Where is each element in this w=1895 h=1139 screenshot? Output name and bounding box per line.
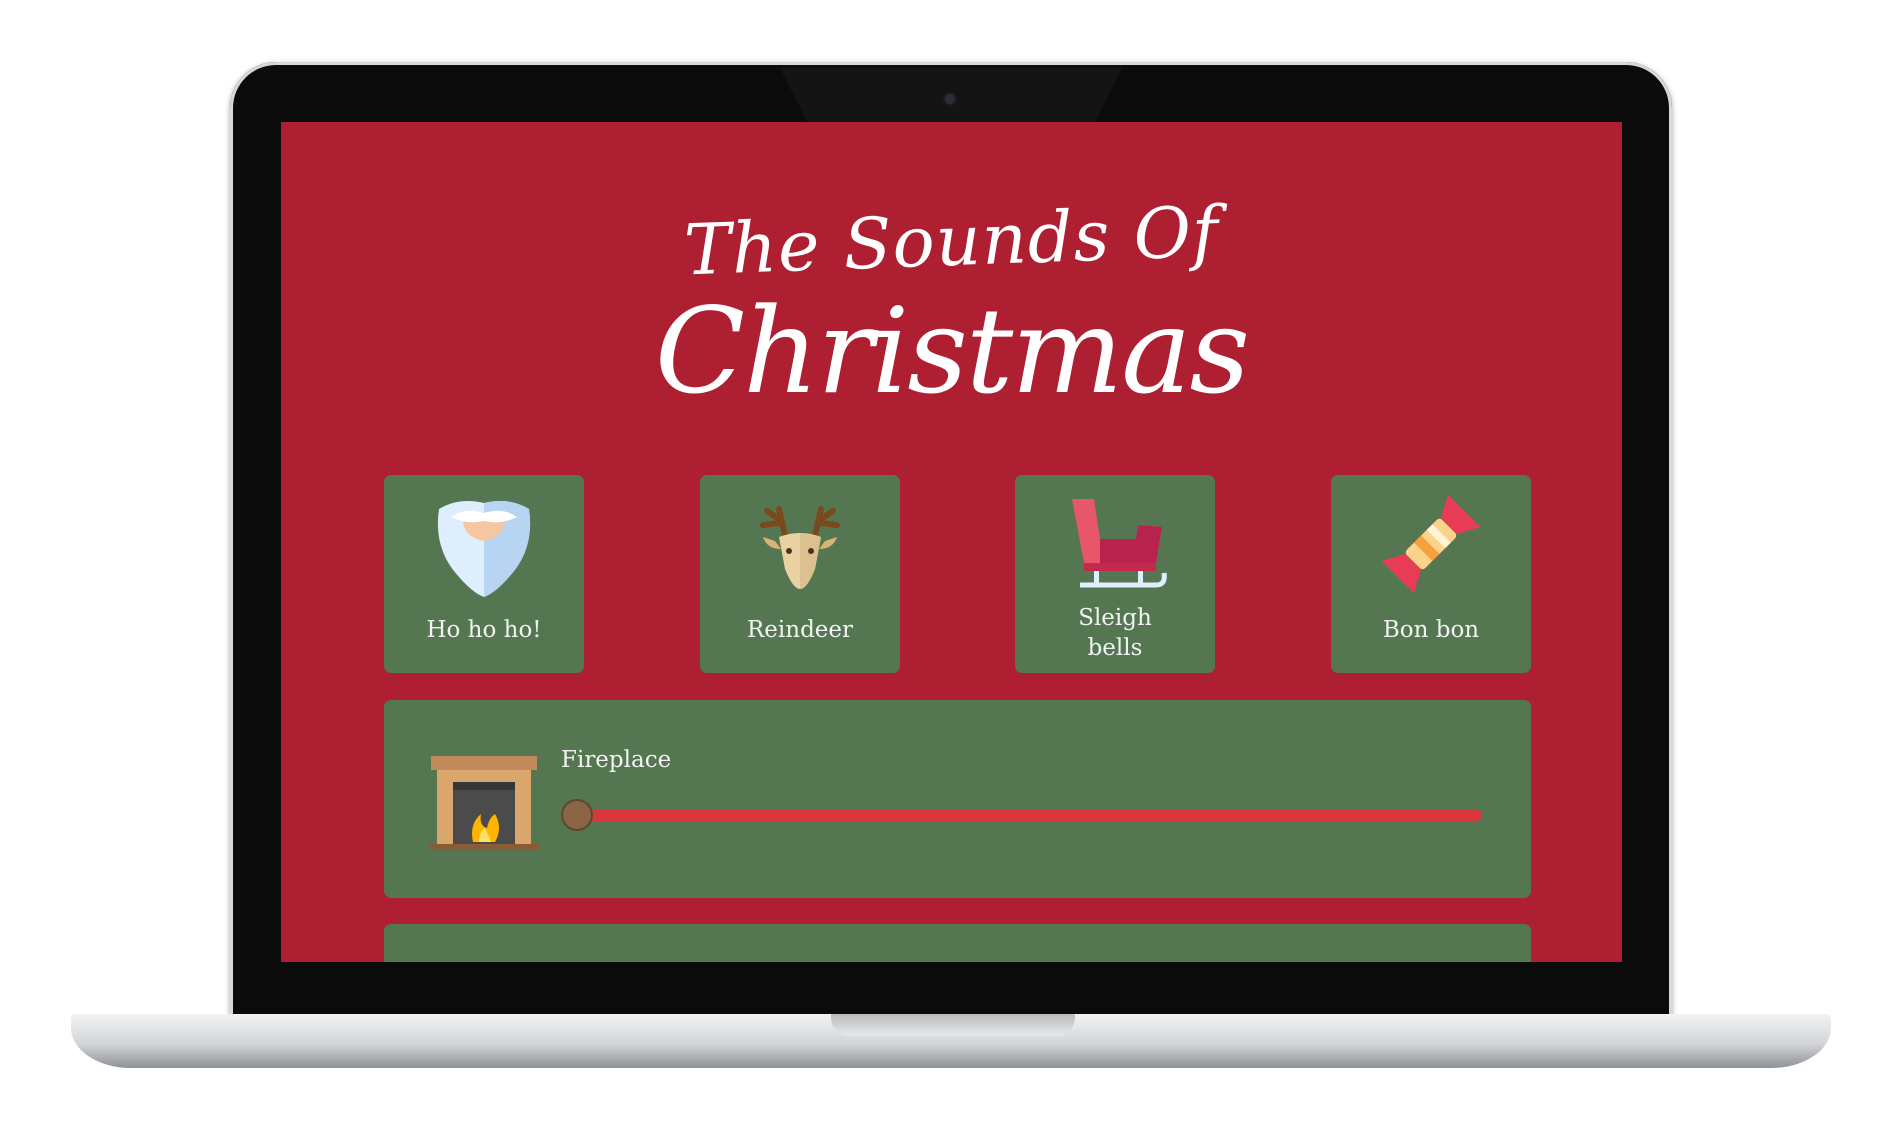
- volume-slider-thumb[interactable]: [561, 799, 593, 831]
- sleigh-icon: [1072, 499, 1167, 588]
- fireplace-icon: [429, 756, 539, 850]
- ambient-row-fireplace: Fireplace: [384, 700, 1531, 898]
- sound-label: Ho ho ho!: [426, 617, 542, 643]
- screen: The Sounds Of Christmas Ho ho ho! Reinde…: [281, 122, 1622, 962]
- santa-beard-icon: [437, 501, 531, 597]
- volume-slider-track[interactable]: [577, 809, 1482, 821]
- sound-label: Reindeer: [746, 617, 854, 643]
- ambient-row: [384, 924, 1531, 962]
- laptop-frame: The Sounds Of Christmas Ho ho ho! Reinde…: [230, 62, 1672, 1017]
- sound-label: Sleigh bells: [1078, 605, 1152, 661]
- laptop-hinge: [831, 1014, 1075, 1036]
- sound-card-sleigh-bells[interactable]: Sleigh bells: [1015, 475, 1215, 673]
- ambient-label: Fireplace: [561, 747, 672, 773]
- title-line-2: Christmas: [654, 282, 1250, 420]
- sound-label: Bon bon: [1382, 617, 1480, 643]
- sound-card-bon-bon[interactable]: Bon bon: [1331, 475, 1531, 673]
- sound-card-reindeer[interactable]: Reindeer: [700, 475, 900, 673]
- reindeer-icon: [760, 506, 840, 589]
- sound-card-ho-ho-ho[interactable]: Ho ho ho!: [384, 475, 584, 673]
- christmas-cracker-icon: [1381, 494, 1481, 594]
- webcam: [945, 94, 955, 104]
